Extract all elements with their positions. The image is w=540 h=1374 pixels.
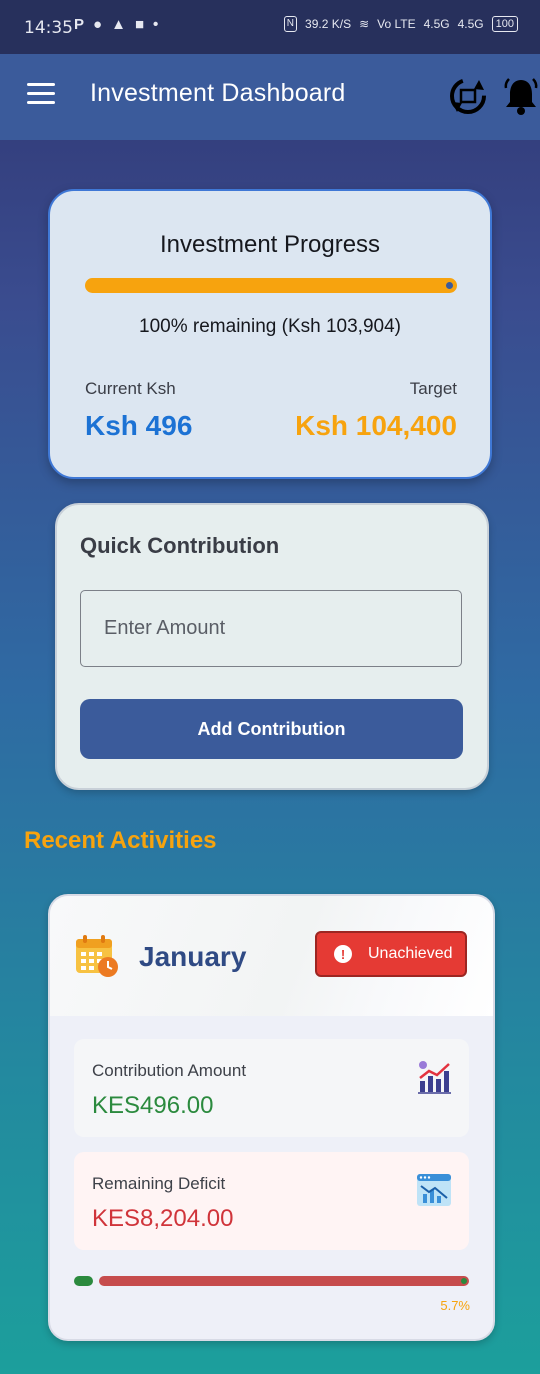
wifi-icon: ≋ (359, 17, 370, 31)
status-bar: 14:35 P ● ▲ ■ • N 39.2 K/S ≋ Vo LTE 4.5G… (0, 0, 540, 54)
recent-activities-title: Recent Activities (24, 827, 217, 854)
progress-title: Investment Progress (159, 231, 381, 258)
deficit-bar-indicator (461, 1278, 467, 1284)
contribution-label: Contribution Amount (92, 1061, 247, 1080)
investment-progress-card: Investment Progress 100% remaining (Ksh … (48, 189, 492, 479)
snapchat-icon: ▲ (111, 16, 126, 33)
battery-icon: 100 (491, 16, 518, 32)
p-app-icon: P (74, 16, 85, 33)
quick-contribution-card: Quick Contribution Add Contribution (55, 503, 489, 790)
remaining-text: 100% remaining (Ksh 103,904) (139, 316, 401, 337)
volte-indicator: Vo LTE (377, 17, 416, 31)
deficit-value: KES8,204.00 (92, 1205, 234, 1232)
sync-icon[interactable] (448, 76, 488, 116)
status-time: 14:35 (24, 18, 73, 38)
add-contribution-button[interactable]: Add Contribution (80, 699, 463, 759)
achieved-bar (74, 1276, 93, 1286)
quick-contribution-title: Quick Contribution (80, 533, 280, 558)
bell-icon[interactable] (503, 76, 539, 116)
net-speed: 39.2 K/S (305, 17, 352, 31)
contribution-amount-box: Contribution Amount KES496.00 (74, 1039, 469, 1137)
alert-icon: ! (334, 945, 352, 963)
status-badge: ! Unachieved (315, 931, 467, 977)
progress-bar (85, 278, 457, 293)
status-badge-label: Unachieved (368, 945, 453, 962)
notification-icons: P ● ▲ ■ • (74, 16, 158, 33)
current-label: Current Ksh (85, 379, 176, 398)
messenger-icon: ● (93, 16, 103, 33)
calendar-icon (76, 935, 118, 977)
progress-percent: 5.7% (440, 1298, 470, 1313)
target-label: Target (409, 379, 457, 398)
amount-input[interactable] (80, 590, 462, 667)
deficit-bar (99, 1276, 469, 1286)
growth-chart-icon (418, 1061, 451, 1094)
current-value: Ksh 496 (85, 410, 193, 441)
activity-month: January (139, 941, 247, 972)
page-title: Investment Dashboard (90, 79, 346, 107)
decline-chart-icon (417, 1174, 451, 1206)
dot-icon: • (153, 16, 159, 33)
contribution-value: KES496.00 (92, 1092, 214, 1119)
signal-1: 4.5G (423, 17, 450, 31)
nfc-icon: N (283, 16, 298, 32)
system-indicators: N 39.2 K/S ≋ Vo LTE 4.5G 4.5G 100 (283, 16, 518, 32)
progress-bar-indicator (446, 282, 453, 289)
activity-card[interactable]: January ! Unachieved Contribution Amount… (48, 894, 495, 1341)
app-bar: Investment Dashboard (0, 54, 540, 140)
signal-2: 4.5G (457, 17, 484, 31)
linkedin-icon: ■ (134, 16, 144, 33)
deficit-label: Remaining Deficit (92, 1174, 226, 1193)
target-value: Ksh 104,400 (295, 410, 457, 441)
menu-icon[interactable] (27, 83, 55, 105)
remaining-deficit-box: Remaining Deficit KES8,204.00 (74, 1152, 469, 1250)
